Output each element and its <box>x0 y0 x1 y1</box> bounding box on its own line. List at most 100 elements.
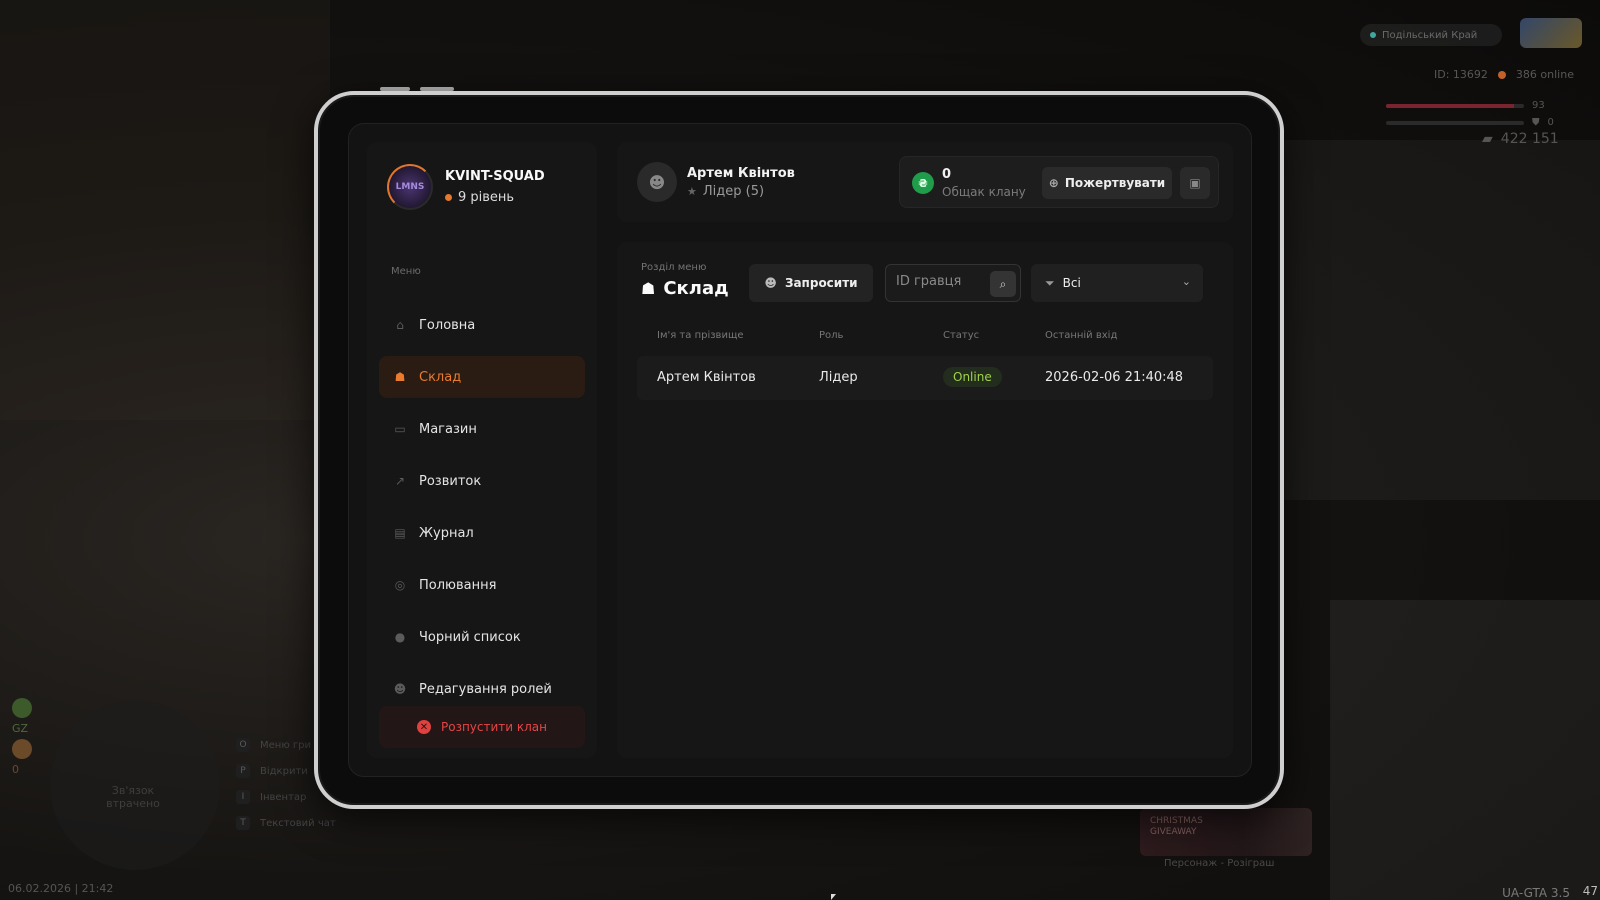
star-icon: ★ <box>687 184 697 198</box>
table-header: Ім'я та прізвище Роль Статус Останній вх… <box>637 330 1213 344</box>
page-title-text: Склад <box>663 278 729 299</box>
sidebar-item-3[interactable]: ↗ Розвиток <box>379 460 585 502</box>
column-header-name: Ім'я та прізвище <box>657 330 744 341</box>
safe-icon: ▣ <box>1189 176 1201 190</box>
safe-button[interactable]: ▣ <box>1180 167 1210 199</box>
donate-label: Пожертвувати <box>1064 176 1166 190</box>
chevron-down-icon: ⌄ <box>1181 275 1191 288</box>
sidebar: LMNS KVINT-SQUAD 9 рівень Меню ⌂ Головна ☗… <box>367 142 597 758</box>
sidebar-item-6[interactable]: ● Чорний список <box>379 616 585 658</box>
disband-clan-button[interactable]: ✕ Розпустити клан <box>379 706 585 748</box>
members-panel: Розділ меню ☗ Склад ☻ Запросити ⌕ ⏷ Всі … <box>617 242 1233 758</box>
table-row[interactable]: Артем Квінтов Лідер Online 2026-02-06 21… <box>637 356 1213 400</box>
giveaway-banner: CHRISTMAS GIVEAWAY <box>1140 808 1312 856</box>
health-bar <box>1386 103 1524 108</box>
status-badge: Online <box>943 367 1002 387</box>
game-version: UA-GTA 3.5 <box>1502 886 1570 900</box>
sidebar-item-1[interactable]: ☗ Склад <box>379 356 585 398</box>
corner-number: 47 <box>1582 884 1598 898</box>
sidebar-item-label: Полювання <box>419 577 497 593</box>
server-badge: Подільський Край <box>1360 24 1502 46</box>
tablet-frame: LMNS KVINT-SQUAD 9 рівень Меню ⌂ Головна ☗… <box>314 91 1284 809</box>
user-card: ☻ Артем Квінтов ★ Лідер (5) <box>637 162 795 202</box>
sidebar-item-label: Чорний список <box>419 629 521 645</box>
keybind-label: Інвентар <box>260 791 307 803</box>
status-indicators: GZ 0 <box>12 698 32 776</box>
member-name: Артем Квінтов <box>657 370 756 385</box>
background-shelf <box>1330 600 1600 900</box>
add-user-icon: ☻ <box>764 276 777 290</box>
armor-value: 0 <box>1547 117 1554 128</box>
home-icon: ⌂ <box>396 318 404 332</box>
treasury-card: ₴ 0 Общак клану ⊕ Пожертвувати ▣ <box>899 156 1219 208</box>
column-header-role: Роль <box>819 330 844 341</box>
people-icon: ☗ <box>641 279 656 298</box>
level-dot-icon <box>445 194 452 201</box>
sidebar-item-2[interactable]: ▭ Магазин <box>379 408 585 450</box>
mouse-cursor-icon <box>831 894 836 900</box>
search-icon: ⌕ <box>999 276 1007 291</box>
sidebar-item-label: Журнал <box>419 525 474 541</box>
treasury-caption: Общак клану <box>942 185 1026 199</box>
player-id: ID: 13692 <box>1434 68 1488 81</box>
filter-value: Всі <box>1062 276 1081 290</box>
hryvnia-coin-icon: ₴ <box>912 172 934 194</box>
armor-row: ⛊ 0 <box>1386 117 1554 128</box>
search-input[interactable] <box>896 274 986 289</box>
giveaway-hint: Персонаж - Розіграш <box>1164 858 1275 869</box>
search-button[interactable]: ⌕ <box>990 271 1016 297</box>
money-display: ▰ 422 151 <box>1482 131 1559 147</box>
keybind-label: Відкрити <box>260 765 308 777</box>
sidebar-item-label: Склад <box>419 369 462 385</box>
menu-caption: Меню <box>391 266 421 277</box>
shield-icon: ⛊ <box>1532 117 1540 128</box>
target-icon: ◎ <box>394 578 406 592</box>
sidebar-item-label: Магазин <box>419 421 477 437</box>
hunger-icon <box>12 739 32 759</box>
hud-datetime: 06.02.2026 | 21:42 <box>8 882 114 895</box>
user-avatar-icon: ☻ <box>637 162 677 202</box>
sidebar-item-4[interactable]: ▤ Журнал <box>379 512 585 554</box>
chart-icon: ↗ <box>394 474 406 488</box>
user-edit-icon: ☻ <box>393 682 407 696</box>
disband-label: Розпустити клан <box>440 720 547 734</box>
sidebar-item-label: Редагування ролей <box>419 681 552 697</box>
user-role-text: Лідер (5) <box>702 183 765 199</box>
invite-button[interactable]: ☻ Запросити <box>749 264 873 302</box>
keybind-hint: T Текстовий чат <box>236 816 336 830</box>
page-title: ☗ Склад <box>641 278 729 299</box>
key-cap: I <box>236 790 250 804</box>
game-logo <box>1520 18 1582 48</box>
cash-icon: ▰ <box>1482 131 1493 147</box>
server-name: Подільський Край <box>1382 29 1478 41</box>
armor-bar <box>1386 120 1524 125</box>
player-id-row: ID: 13692 386 online <box>1434 68 1574 81</box>
tablet-screen: LMNS KVINT-SQUAD 9 рівень Меню ⌂ Головна ☗… <box>348 123 1252 777</box>
sidebar-item-5[interactable]: ◎ Полювання <box>379 564 585 606</box>
background-panel <box>1280 140 1600 500</box>
blacklist-icon: ● <box>394 630 406 644</box>
sidebar-item-0[interactable]: ⌂ Головна <box>379 304 585 346</box>
donate-button[interactable]: ⊕ Пожертвувати <box>1042 167 1172 199</box>
people-icon: ☗ <box>394 370 406 384</box>
section-caption: Розділ меню <box>641 262 707 273</box>
member-role: Лідер <box>819 370 858 385</box>
status-filter-select[interactable]: ⏷ Всі ⌄ <box>1031 264 1203 302</box>
clan-name: KVINT-SQUAD <box>445 169 545 184</box>
key-cap: P <box>236 764 250 778</box>
user-name: Артем Квінтов <box>687 165 795 181</box>
server-dot-icon <box>1370 32 1376 38</box>
player-search: ⌕ <box>885 264 1021 302</box>
clan-level: 9 рівень <box>445 190 545 205</box>
health-row: 93 <box>1386 100 1545 111</box>
sidebar-item-7[interactable]: ☻ Редагування ролей <box>379 668 585 710</box>
keybind-label: Текстовий чат <box>260 817 336 829</box>
radar-status: Зв'язок втрачено <box>106 784 160 810</box>
money-value: 422 151 <box>1500 131 1559 147</box>
book-icon: ▤ <box>394 526 406 540</box>
top-bar: ☻ Артем Квінтов ★ Лідер (5) ₴ 0 Общак кл… <box>617 142 1233 222</box>
filter-icon: ⏷ <box>1045 275 1055 290</box>
hunger-value: 0 <box>12 763 19 776</box>
key-cap: T <box>236 816 250 830</box>
shop-icon: ▭ <box>394 422 406 436</box>
